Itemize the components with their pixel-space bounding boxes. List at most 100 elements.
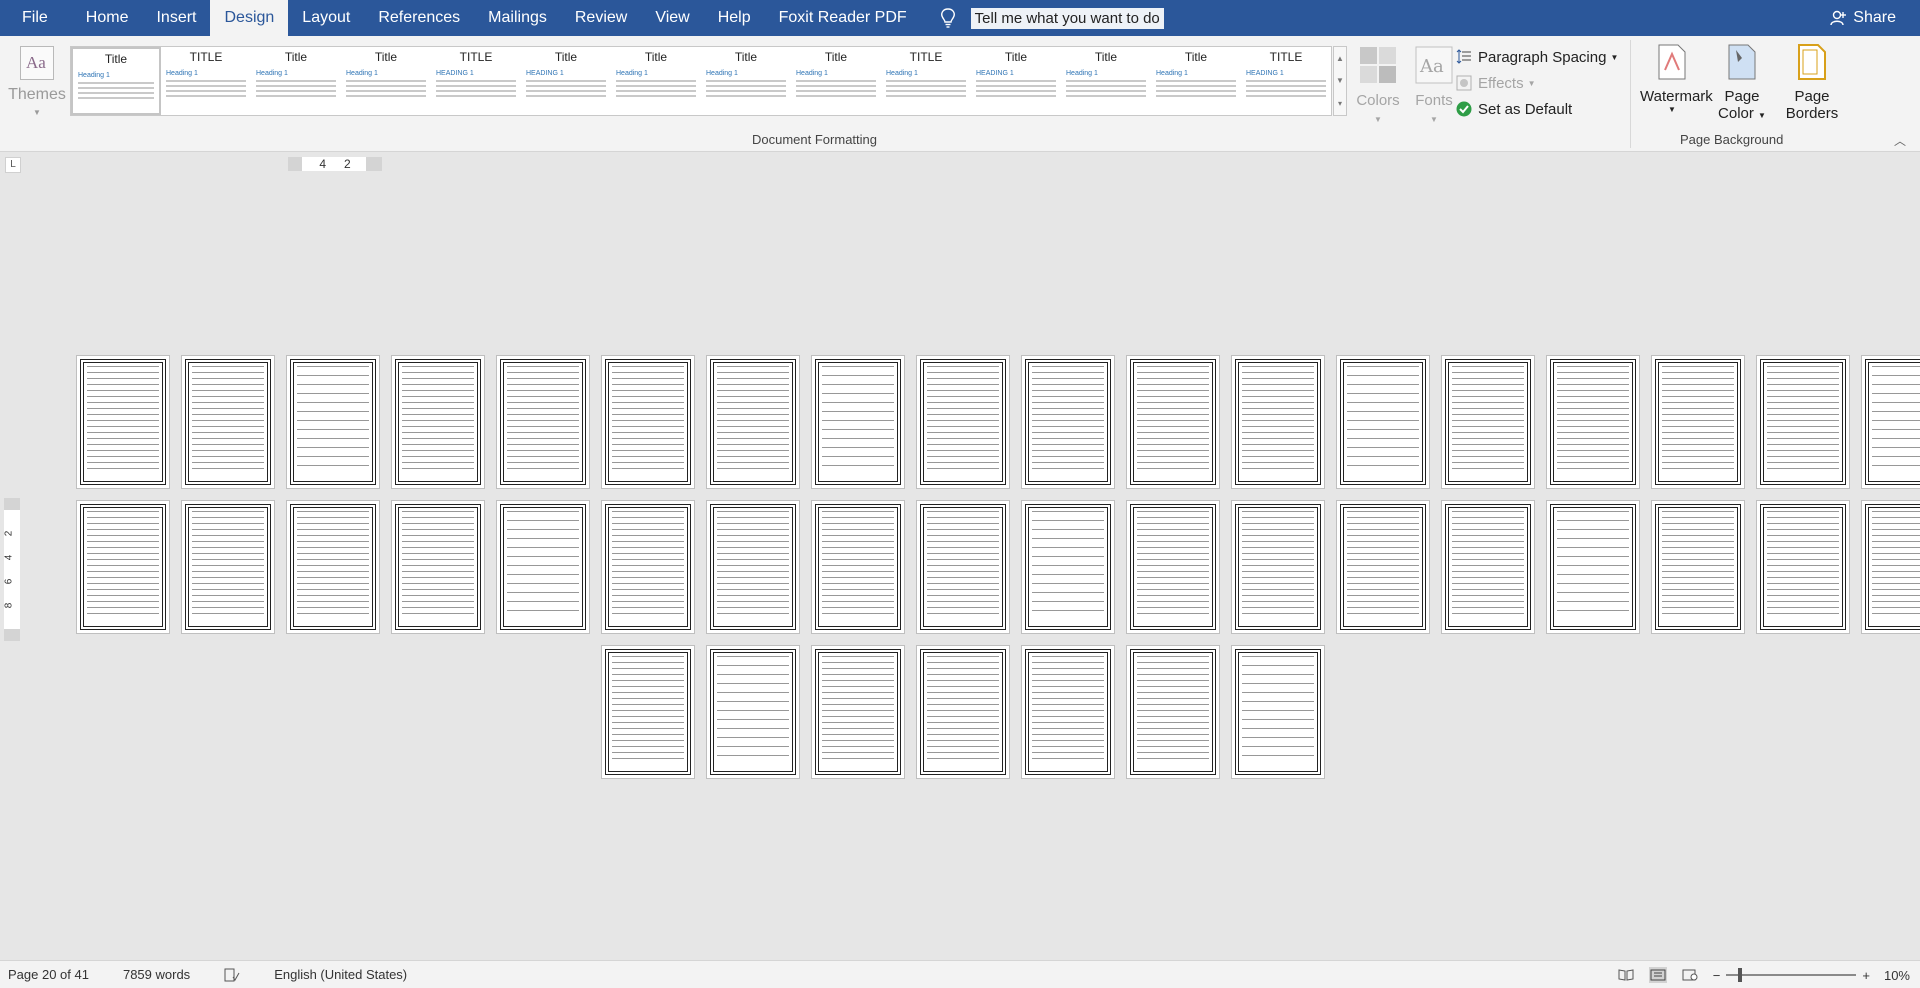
- page-thumbnail[interactable]: [1756, 500, 1850, 634]
- page-thumbnail[interactable]: [391, 355, 485, 489]
- gallery-scroll[interactable]: ▲ ▼ ▾: [1333, 46, 1347, 116]
- page-thumbnail[interactable]: [496, 500, 590, 634]
- page-thumbnail[interactable]: [181, 355, 275, 489]
- page-thumbnail[interactable]: [1756, 355, 1850, 489]
- page-thumbnail[interactable]: [1231, 355, 1325, 489]
- page-thumbnail[interactable]: [1441, 355, 1535, 489]
- page-thumbnail[interactable]: [811, 645, 905, 779]
- tab-help[interactable]: Help: [704, 0, 765, 36]
- zoom-slider-thumb[interactable]: [1738, 968, 1743, 982]
- style-set-thumbnail[interactable]: Title Heading 1: [701, 47, 791, 115]
- zoom-slider[interactable]: [1726, 968, 1857, 982]
- style-set-thumbnail[interactable]: Title Heading 1: [791, 47, 881, 115]
- chevron-up-icon[interactable]: ▲: [1336, 54, 1344, 63]
- page-thumbnail[interactable]: [1126, 355, 1220, 489]
- language-indicator[interactable]: English (United States): [274, 967, 407, 982]
- page-thumbnail[interactable]: [916, 500, 1010, 634]
- page-borders-button[interactable]: Page Borders: [1780, 44, 1844, 122]
- style-set-thumbnail[interactable]: Title Heading 1: [341, 47, 431, 115]
- page-thumbnail[interactable]: [76, 355, 170, 489]
- ruler-bar[interactable]: 4 2: [288, 157, 382, 171]
- paragraph-spacing-button[interactable]: Paragraph Spacing ▼: [1456, 44, 1618, 70]
- page-thumbnail[interactable]: [601, 645, 695, 779]
- page-thumbnail[interactable]: [1231, 645, 1325, 779]
- style-set-thumbnail[interactable]: Title Heading 1: [611, 47, 701, 115]
- style-set-thumbnail[interactable]: Title Heading 1: [251, 47, 341, 115]
- page-thumbnail[interactable]: [1336, 355, 1430, 489]
- tab-view[interactable]: View: [641, 0, 703, 36]
- zoom-level[interactable]: 10%: [1884, 968, 1910, 983]
- page-thumbnail[interactable]: [706, 645, 800, 779]
- page-thumbnail[interactable]: [706, 500, 800, 634]
- style-set-thumbnail[interactable]: TITLE HEADING 1: [1241, 47, 1331, 115]
- page-thumbnail[interactable]: [1021, 500, 1115, 634]
- page-thumbnail[interactable]: [916, 355, 1010, 489]
- share-button[interactable]: Share: [1829, 0, 1896, 36]
- fonts-button[interactable]: Aa Fonts ▼: [1411, 46, 1457, 124]
- page-thumbnail[interactable]: [1651, 355, 1745, 489]
- page-thumbnail[interactable]: [1546, 355, 1640, 489]
- style-set-thumbnail[interactable]: Title HEADING 1: [971, 47, 1061, 115]
- web-layout-button[interactable]: [1681, 967, 1699, 983]
- page-thumbnail[interactable]: [76, 500, 170, 634]
- page-thumbnail[interactable]: [1861, 355, 1920, 489]
- style-set-thumbnail[interactable]: TITLE Heading 1: [881, 47, 971, 115]
- page-thumbnail[interactable]: [181, 500, 275, 634]
- page-thumbnail[interactable]: [1231, 500, 1325, 634]
- page-thumbnail[interactable]: [496, 355, 590, 489]
- page-thumbnail[interactable]: [1126, 500, 1220, 634]
- page-thumbnail[interactable]: [1126, 645, 1220, 779]
- style-set-thumbnail[interactable]: Title Heading 1: [1061, 47, 1151, 115]
- proofing-button[interactable]: [224, 968, 240, 982]
- page-thumbnail[interactable]: [391, 500, 485, 634]
- page-thumbnail[interactable]: [1861, 500, 1920, 634]
- style-set-thumbnail[interactable]: Title HEADING 1: [521, 47, 611, 115]
- tab-review[interactable]: Review: [561, 0, 641, 36]
- effects-button[interactable]: Effects ▼: [1456, 70, 1618, 96]
- page-indicator[interactable]: Page 20 of 41: [8, 967, 89, 982]
- page-thumbnail[interactable]: [1021, 645, 1115, 779]
- tab-selector-button[interactable]: L: [5, 157, 21, 173]
- read-mode-button[interactable]: [1617, 967, 1635, 983]
- page-thumbnail[interactable]: [601, 355, 695, 489]
- style-set-thumbnail[interactable]: TITLE Heading 1: [161, 47, 251, 115]
- zoom-out-button[interactable]: −: [1713, 968, 1721, 983]
- collapse-ribbon-icon[interactable]: ︿: [1894, 132, 1906, 149]
- chevron-down-icon[interactable]: ▼: [1336, 76, 1344, 85]
- tell-me-input[interactable]: Tell me what you want to do: [970, 7, 1164, 29]
- page-thumbnail[interactable]: [286, 355, 380, 489]
- page-thumbnail[interactable]: [811, 355, 905, 489]
- page-thumbnail[interactable]: [286, 500, 380, 634]
- page-thumbnail[interactable]: [1021, 355, 1115, 489]
- style-set-thumbnail[interactable]: Title Heading 1: [71, 47, 161, 115]
- tab-file[interactable]: File: [0, 0, 72, 36]
- watermark-button[interactable]: Watermark ▼: [1640, 44, 1713, 122]
- zoom-in-button[interactable]: +: [1862, 968, 1870, 983]
- tab-references[interactable]: References: [364, 0, 474, 36]
- colors-button[interactable]: Colors ▼: [1355, 46, 1401, 124]
- tab-foxit-reader-pdf[interactable]: Foxit Reader PDF: [765, 0, 921, 36]
- more-icon[interactable]: ▾: [1338, 99, 1342, 108]
- page-color-button[interactable]: Page Color ▼: [1710, 44, 1774, 122]
- style-set-thumbnail[interactable]: TITLE HEADING 1: [431, 47, 521, 115]
- tab-mailings[interactable]: Mailings: [474, 0, 561, 36]
- style-set-thumbnail[interactable]: Title Heading 1: [1151, 47, 1241, 115]
- page-thumbnail[interactable]: [1651, 500, 1745, 634]
- page-thumbnail[interactable]: [601, 500, 695, 634]
- page-thumbnail[interactable]: [1441, 500, 1535, 634]
- print-layout-button[interactable]: [1648, 967, 1667, 983]
- page-thumbnail[interactable]: [916, 645, 1010, 779]
- word-count[interactable]: 7859 words: [123, 967, 190, 982]
- tell-me-box[interactable]: Tell me what you want to do: [937, 0, 1164, 36]
- page-thumbnail[interactable]: [1546, 500, 1640, 634]
- tab-layout[interactable]: Layout: [288, 0, 364, 36]
- tab-design[interactable]: Design: [210, 0, 289, 36]
- page-thumbnail[interactable]: [811, 500, 905, 634]
- document-canvas[interactable]: [24, 175, 1920, 960]
- tab-insert[interactable]: Insert: [142, 0, 210, 36]
- set-as-default-button[interactable]: Set as Default: [1456, 96, 1618, 122]
- tab-home[interactable]: Home: [72, 0, 143, 36]
- themes-button[interactable]: Aa Themes ▼: [8, 46, 66, 117]
- page-thumbnail[interactable]: [706, 355, 800, 489]
- page-thumbnail[interactable]: [1336, 500, 1430, 634]
